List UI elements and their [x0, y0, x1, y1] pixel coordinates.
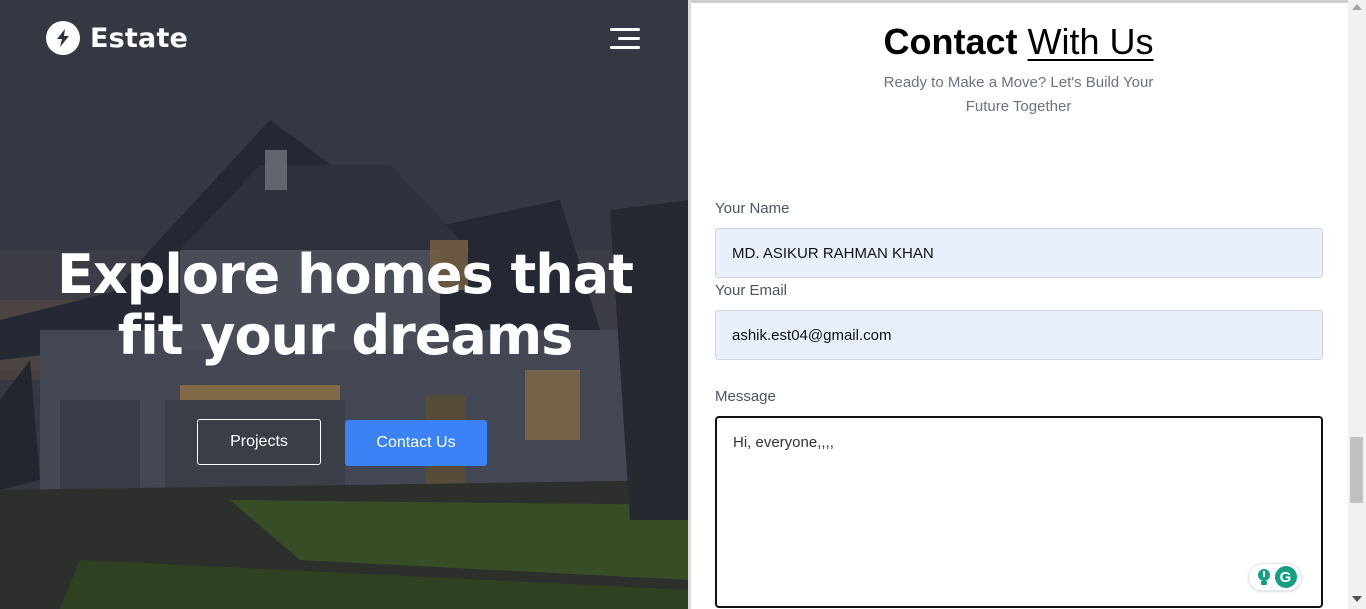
hamburger-menu-icon[interactable] [606, 26, 640, 52]
scroll-up-arrow-icon[interactable] [1352, 4, 1362, 10]
contact-subtitle-line-2: Future Together [965, 98, 1072, 115]
hero-title: Explore homes that fit your dreams [40, 244, 650, 366]
hero-section: Estate Explore homes that fit your dream… [0, 0, 690, 609]
email-label: Your Email [715, 282, 787, 299]
name-input[interactable] [715, 228, 1323, 278]
brand-name: Estate [90, 22, 189, 54]
contact-subtitle: Ready to Make a Move? Let's Build Your F… [851, 71, 1186, 119]
contact-section: Contact With Us Ready to Make a Move? Le… [691, 0, 1348, 609]
projects-button[interactable]: Projects [197, 419, 321, 465]
contact-us-button[interactable]: Contact Us [345, 420, 487, 466]
scrollbar-thumb[interactable] [1350, 437, 1363, 503]
page-scrollbar[interactable] [1348, 0, 1366, 609]
grammarly-logo-icon[interactable]: G [1274, 566, 1297, 588]
name-label: Your Name [715, 200, 790, 217]
contact-subtitle-line-1: Ready to Make a Move? Let's Build Your [883, 74, 1154, 91]
contact-title-strong: Contact [883, 21, 1018, 62]
brand[interactable]: Estate [46, 21, 188, 55]
lightbulb-icon[interactable] [1254, 567, 1274, 587]
message-label: Message [715, 388, 776, 405]
email-input[interactable] [715, 310, 1323, 360]
contact-title: Contact With Us [691, 21, 1346, 63]
contact-title-light: With Us [1027, 21, 1154, 62]
hero-title-line-2: fit your dreams [117, 304, 574, 367]
bolt-icon [46, 21, 80, 55]
grammarly-widget[interactable]: G [1248, 563, 1302, 591]
message-textarea[interactable]: Hi, everyone,,,, [715, 416, 1323, 608]
scroll-down-arrow-icon[interactable] [1352, 596, 1362, 602]
hero-title-line-1: Explore homes that [57, 243, 634, 306]
